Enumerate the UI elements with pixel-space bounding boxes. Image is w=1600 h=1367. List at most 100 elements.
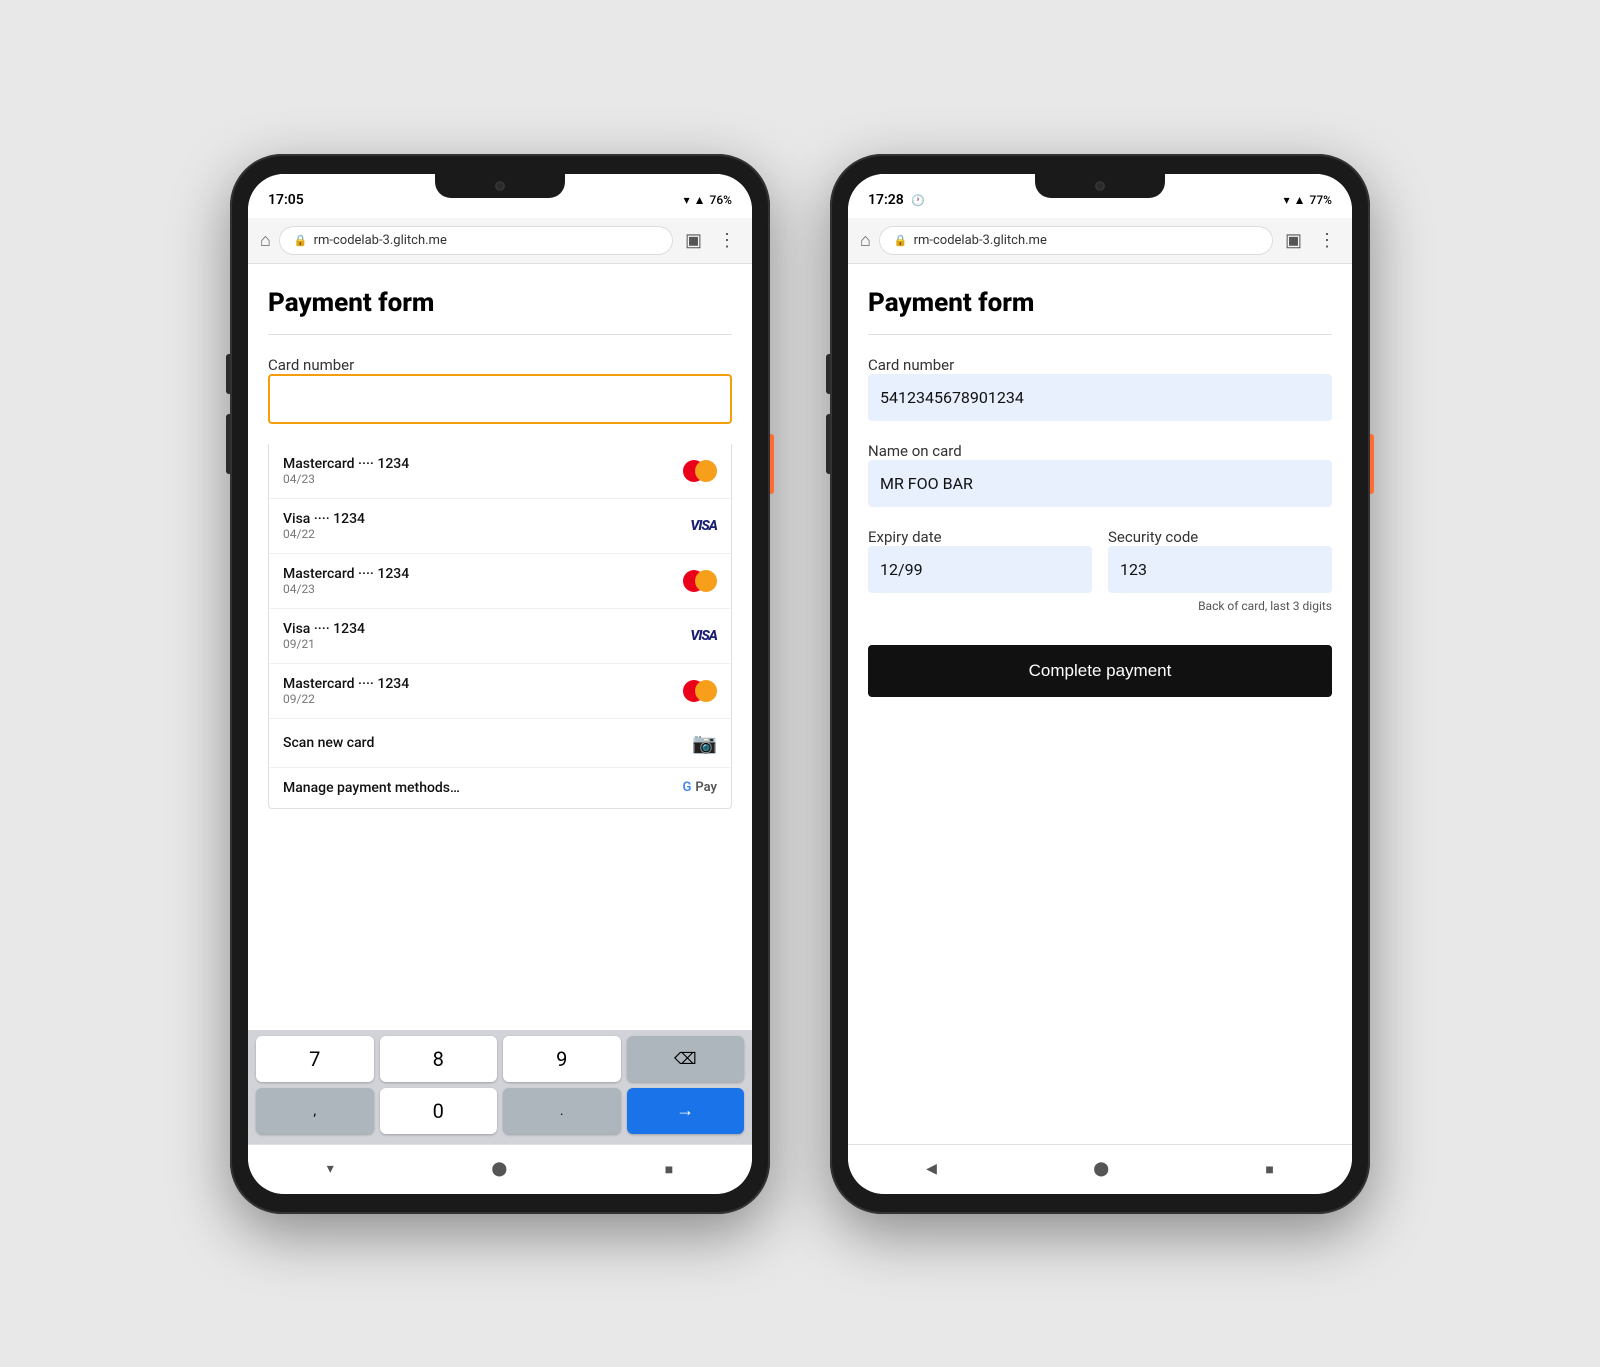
keyboard-row-1: 7 8 9 ⌫ — [248, 1030, 752, 1082]
key-next[interactable]: → — [627, 1088, 745, 1134]
right-battery-icon: 77% — [1310, 193, 1332, 207]
list-item[interactable]: Mastercard ···· 1234 04/23 — [269, 554, 731, 609]
left-phone-screen: 17:05 ▾ ▲ 76% ⌂ 🔒 rm-codelab-3.glitch.me… — [248, 174, 752, 1194]
right-more-options-icon[interactable]: ⋮ — [1314, 226, 1340, 255]
left-status-bar: 17:05 ▾ ▲ 76% — [248, 174, 752, 218]
gpay-logo: GPay — [683, 780, 718, 795]
right-expiry-label: Expiry date — [868, 528, 942, 546]
right-signal-icon: ▲ — [1294, 193, 1306, 207]
right-power-button — [1370, 434, 1374, 494]
suggestion-info-1: Visa ···· 1234 04/22 — [283, 511, 365, 541]
suggestion-info-0: Mastercard ···· 1234 04/23 — [283, 456, 409, 486]
key-comma[interactable]: , — [256, 1088, 374, 1134]
mc-right-circle — [695, 460, 717, 482]
right-lock-icon: 🔒 — [894, 234, 908, 247]
manage-payment-methods-item[interactable]: Manage payment methods… GPay — [269, 768, 731, 808]
left-phone: 17:05 ▾ ▲ 76% ⌂ 🔒 rm-codelab-3.glitch.me… — [230, 154, 770, 1214]
suggestion-expiry-1: 04/22 — [283, 527, 365, 541]
suggestion-name-2: Mastercard ···· 1234 — [283, 566, 409, 582]
battery-icon: 76% — [710, 193, 732, 207]
power-button — [770, 434, 774, 494]
key-8[interactable]: 8 — [380, 1036, 498, 1082]
right-url-text: rm-codelab-3.glitch.me — [914, 233, 1047, 248]
volume-down-button — [226, 414, 230, 474]
list-item[interactable]: Visa ···· 1234 04/22 VISA — [269, 499, 731, 554]
visa-logo-3: VISA — [690, 628, 717, 644]
left-keyboard: 7 8 9 ⌫ , 0 . → — [248, 1030, 752, 1144]
tab-switcher-icon[interactable]: ▣ — [681, 226, 706, 255]
mastercard-logo-4 — [683, 680, 717, 702]
visa-logo-1: VISA — [690, 518, 717, 534]
mc-right-circle — [695, 680, 717, 702]
scan-new-card-item[interactable]: Scan new card 📷 — [269, 719, 731, 768]
suggestion-expiry-3: 09/21 — [283, 637, 365, 651]
right-home-nav-icon[interactable]: ⬤ — [1073, 1153, 1129, 1185]
right-security-col: Security code 123 Back of card, last 3 d… — [1108, 527, 1332, 613]
key-9[interactable]: 9 — [503, 1036, 621, 1082]
right-card-number-value[interactable]: 5412345678901234 — [868, 374, 1332, 421]
right-home-icon[interactable]: ⌂ — [860, 230, 871, 251]
right-back-nav-icon[interactable]: ◀ — [906, 1153, 957, 1185]
suggestion-info-2: Mastercard ···· 1234 04/23 — [283, 566, 409, 596]
key-delete[interactable]: ⌫ — [627, 1036, 745, 1082]
right-expiry-value[interactable]: 12/99 — [868, 546, 1092, 593]
right-status-bar: 17:28 🕐 ▾ ▲ 77% — [848, 174, 1352, 218]
clock-status-icon: 🕐 — [911, 194, 925, 207]
left-url-text: rm-codelab-3.glitch.me — [314, 233, 447, 248]
right-volume-down-button — [826, 414, 830, 474]
list-item[interactable]: Visa ···· 1234 09/21 VISA — [269, 609, 731, 664]
left-title-divider — [268, 334, 732, 335]
right-name-on-card-value[interactable]: MR FOO BAR — [868, 460, 1332, 507]
left-suggestions-list: Mastercard ···· 1234 04/23 Visa ···· 123… — [268, 444, 732, 809]
scan-new-card-label: Scan new card — [283, 735, 374, 751]
security-code-hint: Back of card, last 3 digits — [1108, 599, 1332, 613]
complete-payment-button[interactable]: Complete payment — [868, 645, 1332, 697]
right-expiry-col: Expiry date 12/99 — [868, 527, 1092, 613]
right-wifi-icon: ▾ — [1284, 193, 1290, 207]
lock-icon: 🔒 — [294, 234, 308, 247]
left-status-icons: 17:05 ▾ ▲ 76% — [248, 174, 752, 218]
suggestion-name-4: Mastercard ···· 1234 — [283, 676, 409, 692]
key-0[interactable]: 0 — [380, 1088, 498, 1134]
suggestion-expiry-4: 09/22 — [283, 692, 409, 706]
right-expiry-security-row: Expiry date 12/99 Security code 123 Back… — [868, 527, 1332, 613]
back-nav-icon[interactable]: ▾ — [307, 1153, 354, 1185]
right-name-on-card-group: Name on card MR FOO BAR — [868, 441, 1332, 507]
signal-icon: ▲ — [694, 193, 706, 207]
mastercard-logo-2 — [683, 570, 717, 592]
right-title-divider — [868, 334, 1332, 335]
right-time: 17:28 🕐 — [868, 192, 925, 208]
left-url-bar[interactable]: 🔒 rm-codelab-3.glitch.me — [279, 226, 673, 255]
more-options-icon[interactable]: ⋮ — [714, 226, 740, 255]
right-recents-nav-icon[interactable]: ■ — [1245, 1153, 1293, 1186]
left-page-title: Payment form — [268, 288, 732, 318]
left-browser-bar: ⌂ 🔒 rm-codelab-3.glitch.me ▣ ⋮ — [248, 218, 752, 264]
right-page-title: Payment form — [868, 288, 1332, 318]
left-card-number-input[interactable] — [268, 374, 732, 424]
home-nav-icon[interactable]: ⬤ — [471, 1153, 527, 1185]
recents-nav-icon[interactable]: ■ — [645, 1153, 693, 1186]
suggestion-info-4: Mastercard ···· 1234 09/22 — [283, 676, 409, 706]
list-item[interactable]: Mastercard ···· 1234 09/22 — [269, 664, 731, 719]
suggestion-info-3: Visa ···· 1234 09/21 — [283, 621, 365, 651]
manage-payment-label: Manage payment methods… — [283, 780, 460, 796]
right-tab-switcher-icon[interactable]: ▣ — [1281, 226, 1306, 255]
left-card-number-group: Card number — [268, 355, 732, 424]
right-complete-btn-wrapper: Complete payment — [868, 637, 1332, 697]
key-period[interactable]: . — [503, 1088, 621, 1134]
right-security-code-value[interactable]: 123 — [1108, 546, 1332, 593]
key-7[interactable]: 7 — [256, 1036, 374, 1082]
list-item[interactable]: Mastercard ···· 1234 04/23 — [269, 444, 731, 499]
right-status-right: ▾ ▲ 77% — [1284, 193, 1332, 207]
mc-right-circle — [695, 570, 717, 592]
right-bottom-nav: ◀ ⬤ ■ — [848, 1144, 1352, 1194]
right-security-code-label: Security code — [1108, 528, 1198, 546]
home-icon[interactable]: ⌂ — [260, 230, 271, 251]
left-page-content: Payment form Card number Mastercard ····… — [248, 264, 752, 1030]
suggestion-name-1: Visa ···· 1234 — [283, 511, 365, 527]
time-text: 17:28 — [868, 192, 904, 208]
mastercard-logo-0 — [683, 460, 717, 482]
right-url-bar[interactable]: 🔒 rm-codelab-3.glitch.me — [879, 226, 1273, 255]
volume-up-button — [226, 354, 230, 394]
right-volume-up-button — [826, 354, 830, 394]
